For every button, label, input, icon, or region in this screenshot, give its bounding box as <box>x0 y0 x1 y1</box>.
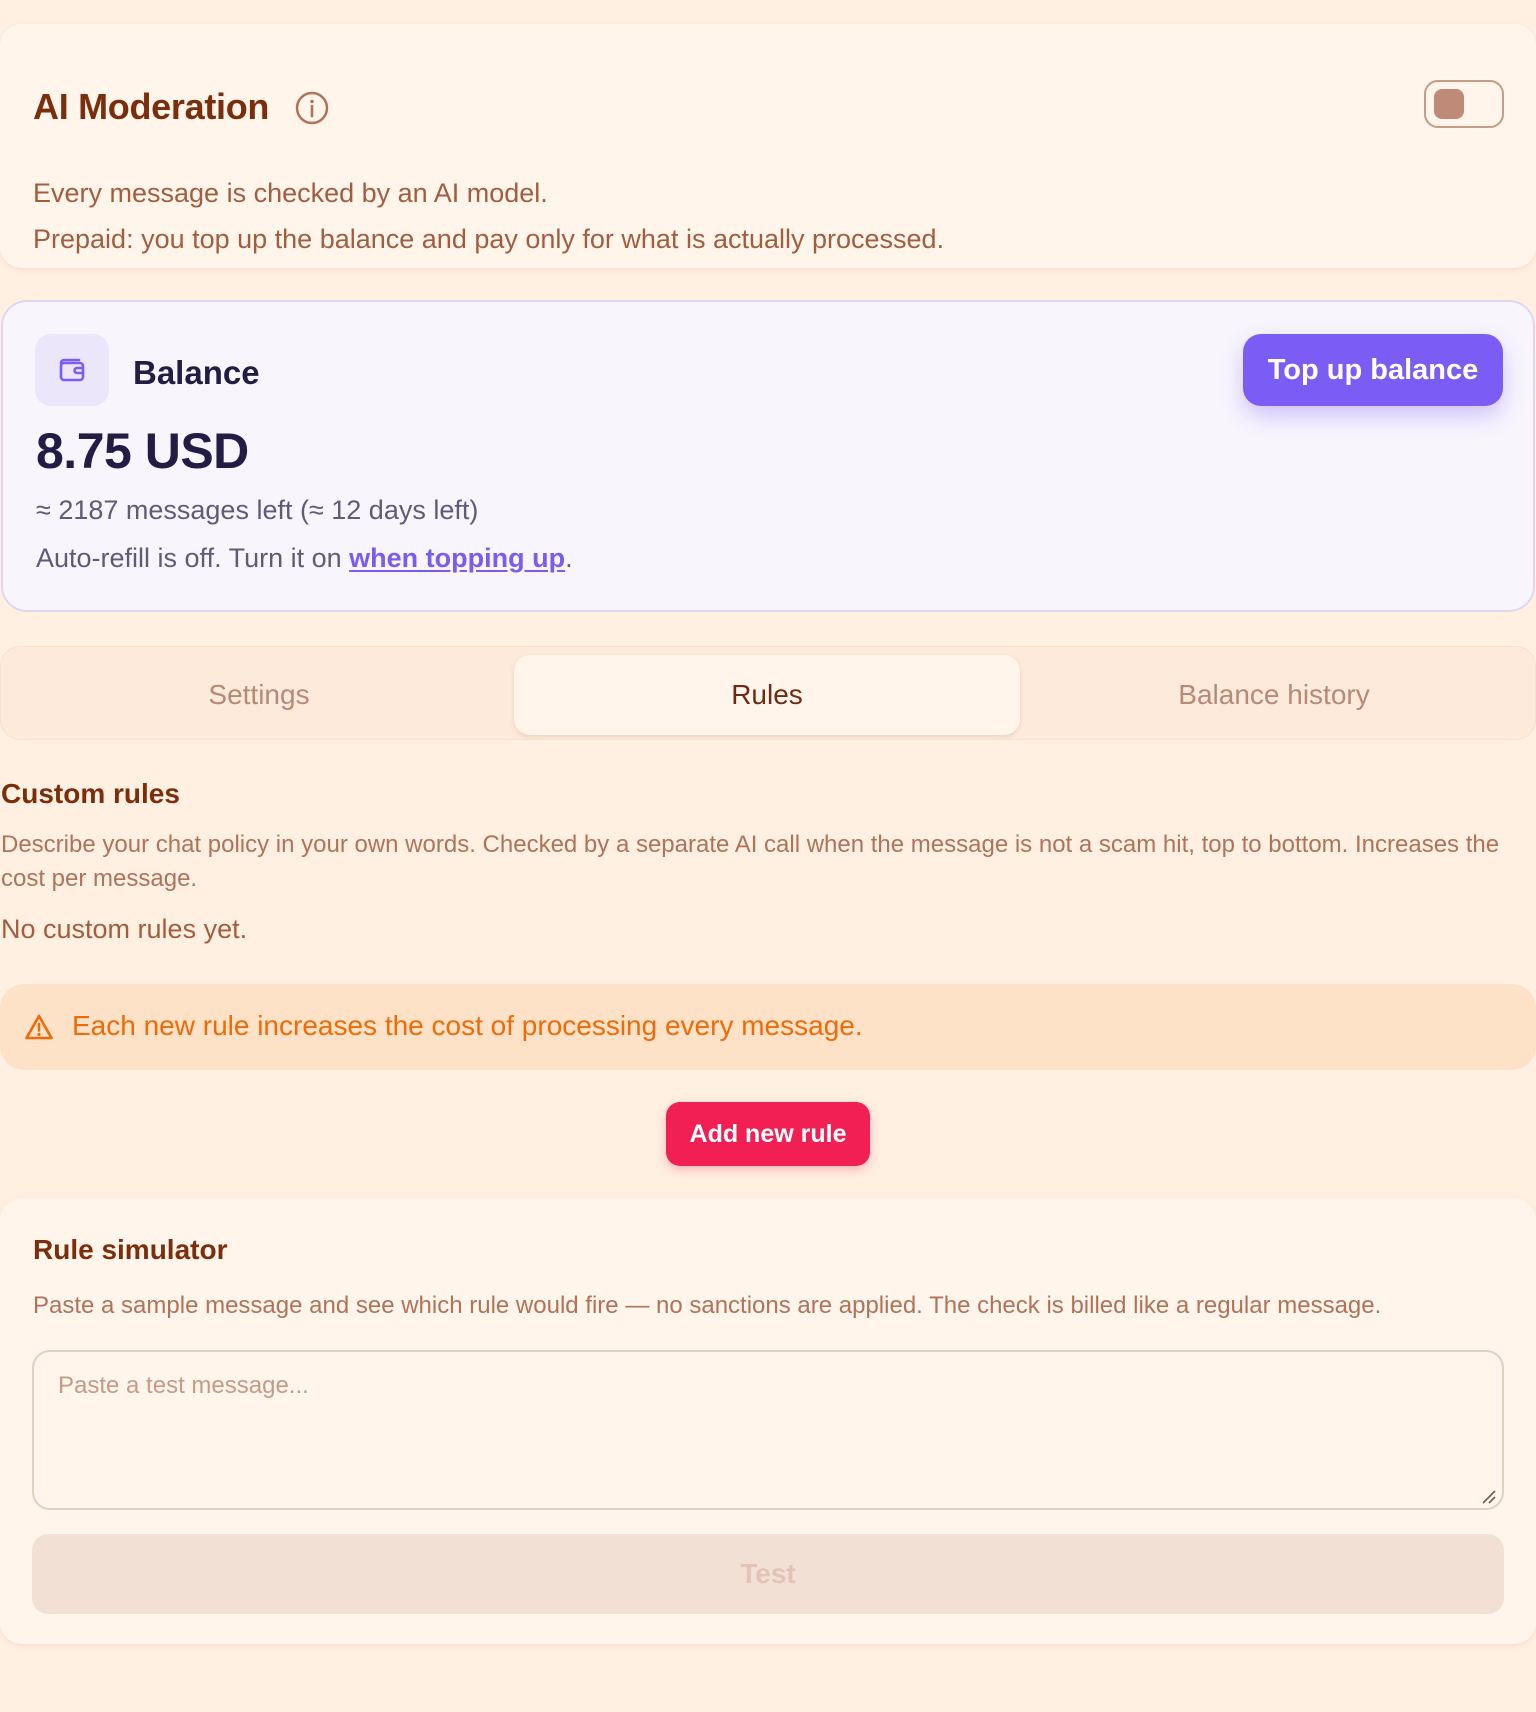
balance-estimate: ≈ 2187 messages left (≈ 12 days left) <box>36 495 479 525</box>
cost-warning-banner: Each new rule increases the cost of proc… <box>0 984 1536 1070</box>
moderation-toggle[interactable] <box>1424 80 1504 128</box>
balance-card: Balance Top up balance 8.75 USD ≈ 2187 m… <box>1 300 1535 612</box>
tab-settings[interactable]: Settings <box>6 655 512 735</box>
resize-grip-icon[interactable] <box>1480 1488 1496 1504</box>
header-description: Every message is checked by an AI model.… <box>33 170 1493 262</box>
tab-balance-history[interactable]: Balance history <box>1021 655 1527 735</box>
autorefill-link[interactable]: when topping up <box>349 543 565 573</box>
header-card: AI Moderation Every message is checked b… <box>0 24 1536 268</box>
test-button[interactable]: Test <box>32 1534 1504 1614</box>
custom-rules-description: Describe your chat policy in your own wo… <box>1 831 1500 892</box>
wallet-badge <box>35 334 109 406</box>
autorefill-notice: Auto-refill is off. Turn it on when topp… <box>36 543 573 574</box>
test-message-input[interactable] <box>32 1350 1504 1510</box>
balance-amount: 8.75 USD <box>36 423 249 479</box>
description-line-1: Every message is checked by an AI model. <box>33 178 548 208</box>
warning-triangle-icon <box>25 1014 53 1040</box>
description-line-2: Prepaid: you top up the balance and pay … <box>33 224 945 254</box>
add-new-rule-button[interactable]: Add new rule <box>666 1102 870 1166</box>
warning-text: Each new rule increases the cost of proc… <box>72 1010 863 1041</box>
balance-label: Balance <box>133 354 260 391</box>
page-title: AI Moderation <box>33 86 270 127</box>
tab-bar: Settings Rules Balance history <box>0 646 1536 740</box>
simulator-description: Paste a sample message and see which rul… <box>33 1292 1382 1319</box>
info-icon[interactable] <box>294 90 330 126</box>
wallet-icon <box>59 358 85 382</box>
autorefill-text: Auto-refill is off. Turn it on <box>36 543 350 573</box>
ai-moderation-page: AI Moderation Every message is checked b… <box>0 0 1536 1712</box>
toggle-knob <box>1434 89 1464 119</box>
tab-rules[interactable]: Rules <box>514 655 1020 735</box>
custom-rules-title: Custom rules <box>1 778 180 809</box>
autorefill-suffix: . <box>565 543 573 573</box>
top-up-balance-button[interactable]: Top up balance <box>1243 334 1503 406</box>
simulator-title: Rule simulator <box>33 1234 228 1265</box>
empty-rules-text: No custom rules yet. <box>1 914 248 944</box>
rule-simulator-card: Rule simulator Paste a sample message an… <box>0 1198 1536 1644</box>
